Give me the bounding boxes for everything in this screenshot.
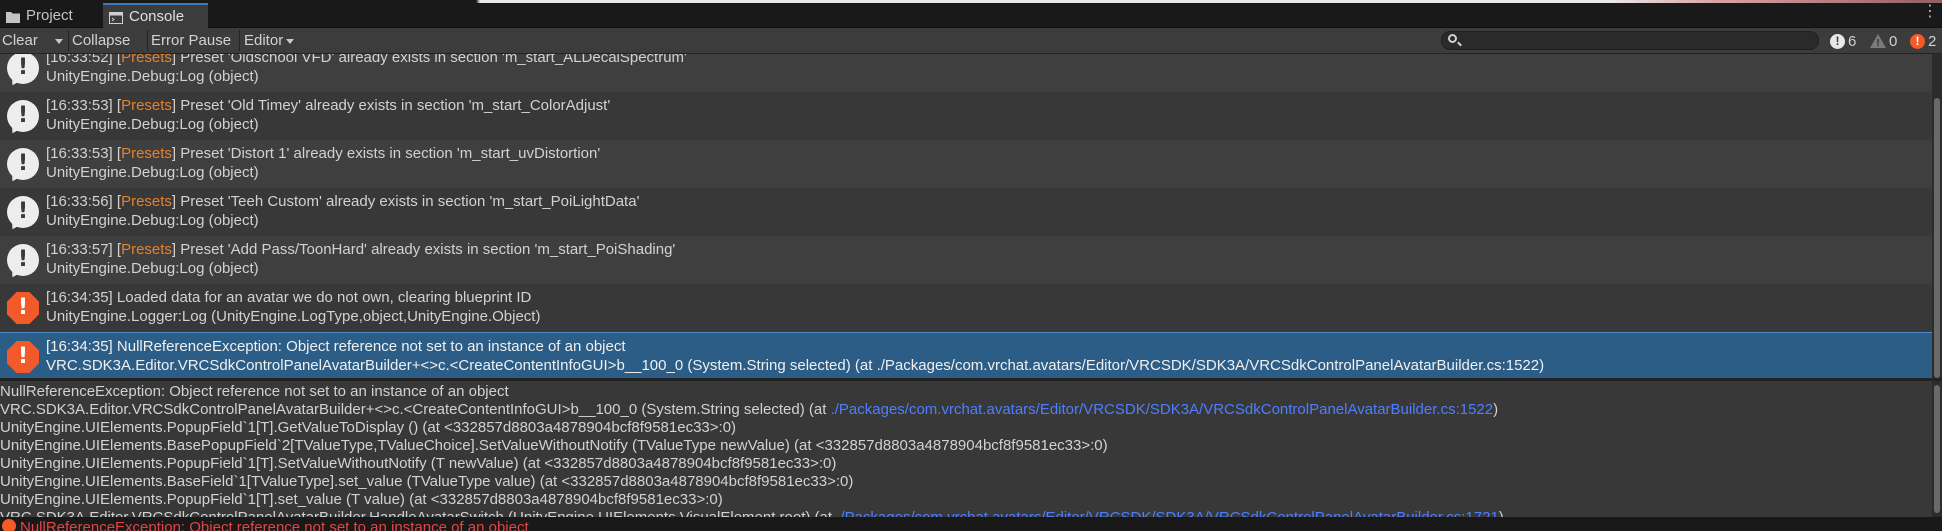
log-entry-selected[interactable]: ! [16:34:35] NullReferenceException: Obj… (0, 332, 1932, 378)
error-icon: ! (7, 341, 39, 373)
info-icon: ! (7, 148, 39, 180)
error-pause-toggle[interactable]: Error Pause (149, 28, 233, 53)
warning-icon: ! (1870, 34, 1886, 49)
log-tag: Presets (121, 241, 172, 258)
log-message: [16:34:35] NullReferenceException: Objec… (46, 338, 626, 355)
log-source: UnityEngine.Debug:Log (object) (46, 164, 259, 181)
error-icon: ! (1910, 33, 1925, 49)
info-icon: ! (7, 196, 39, 228)
warning-count: 0 (1889, 32, 1898, 50)
stack-trace-panel: NullReferenceException: Object reference… (0, 381, 1932, 517)
clear-button[interactable]: Clear (0, 28, 40, 53)
log-source: UnityEngine.Logger:Log (UnityEngine.LogT… (46, 308, 541, 325)
chevron-down-icon (54, 38, 63, 44)
window-tab-bar: Project Console ⋮ (0, 0, 1942, 28)
log-source: UnityEngine.Debug:Log (object) (46, 260, 259, 277)
tab-project[interactable]: Project (0, 3, 103, 28)
collapse-toggle[interactable]: Collapse (70, 28, 132, 53)
log-source: UnityEngine.Debug:Log (object) (46, 212, 259, 229)
info-icon: ! (7, 54, 39, 84)
search-field[interactable] (1441, 31, 1819, 50)
stack-line: VRC.SDK3A.Editor.VRCSdkControlPanelAvata… (0, 509, 1504, 517)
log-entry[interactable]: ! [16:33:56] [Presets] Preset 'Teeh Cust… (0, 188, 1932, 236)
stack-line: UnityEngine.UIElements.BasePopupField`2[… (0, 437, 1108, 454)
info-icon: ! (7, 100, 39, 132)
log-message: [16:33:53] [Presets] Preset 'Old Timey' … (46, 97, 611, 114)
stack-line: UnityEngine.UIElements.PopupField`1[T].G… (0, 419, 737, 436)
log-tag: Presets (121, 97, 172, 114)
source-link[interactable]: ./Packages/com.vrchat.avatars/Editor/VRC… (831, 401, 1494, 418)
stack-line: UnityEngine.UIElements.PopupField`1[T].s… (0, 491, 723, 508)
tab-console[interactable]: Console (103, 3, 208, 28)
toolbar-divider (239, 30, 240, 51)
log-entry[interactable]: ! [16:33:53] [Presets] Preset 'Distort 1… (0, 140, 1932, 188)
error-icon (2, 519, 16, 531)
stack-line: VRC.SDK3A.Editor.VRCSdkControlPanelAvata… (0, 401, 1499, 418)
log-entry[interactable]: ! [16:33:57] [Presets] Preset 'Add Pass/… (0, 236, 1932, 284)
stack-line: UnityEngine.UIElements.BaseField`1[TValu… (0, 473, 854, 490)
log-entry[interactable]: ! [16:33:53] [Presets] Preset 'Old Timey… (0, 92, 1932, 140)
info-count-toggle[interactable]: ! 6 (1830, 31, 1856, 51)
folder-icon (6, 10, 20, 23)
console-toolbar: Clear Collapse Error Pause Editor ! 6 ! … (0, 28, 1942, 54)
log-message: [16:34:35] Loaded data for an avatar we … (46, 289, 532, 306)
log-list: ! [16:33:52] [Presets] Preset 'Oldschool… (0, 54, 1932, 378)
scrollbar-thumb[interactable] (1934, 98, 1940, 378)
log-message: [16:33:52] [Presets] Preset 'Oldschool V… (46, 54, 687, 66)
search-icon (1448, 34, 1457, 43)
log-source: VRC.SDK3A.Editor.VRCSdkControlPanelAvata… (46, 357, 1545, 374)
log-entry[interactable]: ! [16:33:52] [Presets] Preset 'Oldschool… (0, 54, 1932, 92)
search-input[interactable] (1462, 32, 1812, 49)
status-message: NullReferenceException: Object reference… (20, 519, 529, 531)
log-source: UnityEngine.Debug:Log (object) (46, 68, 259, 85)
log-message: [16:33:56] [Presets] Preset 'Teeh Custom… (46, 193, 640, 210)
tab-label: Console (129, 8, 185, 25)
scrollbar-thumb[interactable] (1934, 385, 1940, 513)
log-message: [16:33:57] [Presets] Preset 'Add Pass/To… (46, 241, 676, 258)
info-count: 6 (1848, 32, 1857, 50)
log-tag: Presets (121, 145, 172, 162)
toolbar-divider (68, 30, 69, 51)
stack-line: UnityEngine.UIElements.PopupField`1[T].S… (0, 455, 837, 472)
log-entry[interactable]: ! [16:34:35] Loaded data for an avatar w… (0, 284, 1932, 332)
log-tag: Presets (121, 54, 172, 66)
tab-bar-background-strip (210, 0, 1942, 3)
stack-line: NullReferenceException: Object reference… (0, 383, 509, 400)
editor-dropdown-label: Editor (244, 32, 284, 49)
error-count: 2 (1928, 32, 1937, 50)
log-tag: Presets (121, 193, 172, 210)
stack-trace-scrollbar[interactable] (1932, 381, 1942, 517)
status-bar[interactable]: NullReferenceException: Object reference… (0, 517, 1942, 531)
source-link[interactable]: ./Packages/com.vrchat.avatars/Editor/VRC… (836, 509, 1499, 517)
clear-options-dropdown[interactable] (48, 28, 66, 53)
error-count-toggle[interactable]: ! 2 (1910, 31, 1936, 51)
log-list-scrollbar[interactable] (1932, 54, 1942, 378)
tab-label: Project (26, 7, 73, 24)
error-icon: ! (7, 292, 39, 324)
warning-count-toggle[interactable]: ! 0 (1870, 31, 1897, 51)
more-options-icon[interactable]: ⋮ (1922, 4, 1938, 20)
log-message: [16:33:53] [Presets] Preset 'Distort 1' … (46, 145, 601, 162)
console-icon (109, 11, 123, 24)
info-icon: ! (1830, 33, 1845, 49)
toolbar-divider (147, 30, 148, 51)
chevron-down-icon (286, 38, 295, 44)
info-icon: ! (7, 244, 39, 276)
editor-dropdown[interactable]: Editor (242, 28, 296, 53)
log-source: UnityEngine.Debug:Log (object) (46, 116, 259, 133)
